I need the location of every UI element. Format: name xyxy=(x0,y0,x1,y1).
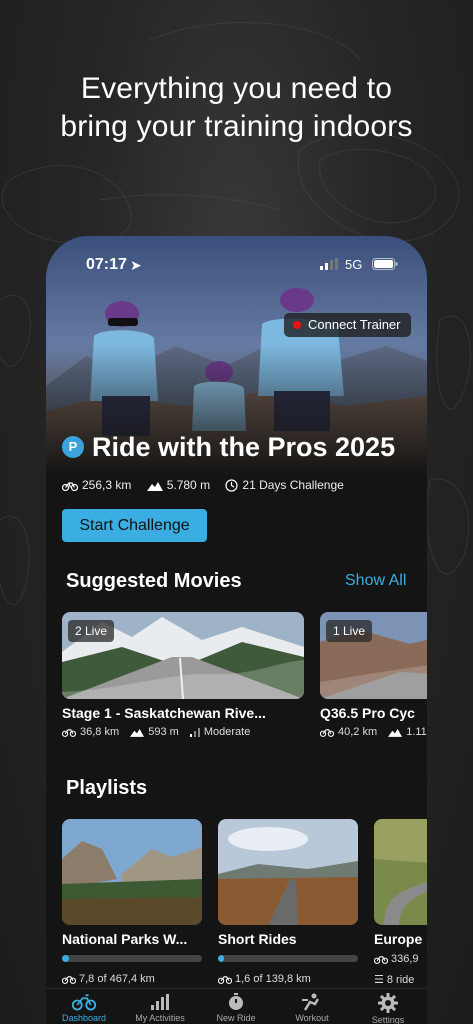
hero-elevation: 5.780 m xyxy=(146,477,211,492)
tab-label: Settings xyxy=(371,1015,405,1024)
phone-screen: 07:17 ➤ 5G Connect Trainer P Ride with t… xyxy=(46,236,427,1024)
status-bar: 07:17 ➤ 5G xyxy=(46,254,427,276)
bike-icon xyxy=(62,482,78,492)
bike-icon xyxy=(62,729,76,738)
hero-duration-value: 21 Days Challenge xyxy=(242,477,344,492)
playlist-title: National Parks W... xyxy=(62,931,188,947)
movie-thumbnail: 1 Live xyxy=(320,612,427,699)
tab-dashboard[interactable]: Dashboard xyxy=(46,993,122,1023)
tab-new-ride[interactable]: New Ride xyxy=(198,993,274,1023)
bike-icon xyxy=(61,976,77,984)
mountain-icon xyxy=(130,728,145,737)
clock-icon xyxy=(225,479,239,492)
playlist-thumbnail xyxy=(218,819,358,925)
progress-fill xyxy=(62,955,69,962)
progress-fill xyxy=(218,955,224,962)
battery-icon xyxy=(372,258,398,270)
location-arrow-icon: ➤ xyxy=(130,257,142,273)
mountain-icon xyxy=(388,728,403,737)
headline-line-2: bring your training indoors xyxy=(60,110,413,143)
tab-my-activities[interactable]: My Activities xyxy=(122,993,198,1023)
movie-distance: 36,8 km xyxy=(80,726,120,739)
connect-trainer-label: Connect Trainer xyxy=(308,317,401,332)
movie-title: Stage 1 - Saskatchewan Rive... xyxy=(62,705,266,721)
hero-distance-value: 256,3 km xyxy=(82,477,132,492)
live-badge: 2 Live xyxy=(68,620,115,642)
playlist-progress-bar xyxy=(62,955,202,962)
playlist-progress-bar xyxy=(218,955,358,962)
tab-label: Workout xyxy=(295,1013,329,1023)
gear-icon xyxy=(378,993,398,1013)
movie-title: Q36.5 Pro Cyc xyxy=(320,705,415,721)
network-type: 5G xyxy=(345,257,363,272)
bike-icon xyxy=(374,956,389,964)
connect-trainer-button[interactable]: Connect Trainer xyxy=(284,313,411,337)
tab-label: My Activities xyxy=(135,1013,185,1023)
movie-elevation: 1.110 xyxy=(406,726,427,739)
bar-chart-icon xyxy=(151,994,169,1010)
status-time: 07:17 xyxy=(86,256,127,273)
difficulty-bars-icon xyxy=(189,727,200,737)
workout-icon xyxy=(302,993,320,1011)
suggested-movies-title: Suggested Movies xyxy=(66,570,242,592)
playlist-thumbnail xyxy=(62,819,202,925)
hero-distance: 256,3 km xyxy=(62,478,131,492)
playlist-title: Short Rides xyxy=(218,931,297,947)
bike-icon xyxy=(72,994,96,1011)
playlist-card[interactable]: Short Rides 1,6 of 139,8 km xyxy=(217,819,358,985)
playlist-distance-value: 7,8 of 467,4 km xyxy=(79,973,155,985)
playlist-distance: 1,6 of 139,8 km xyxy=(217,973,311,985)
tab-settings[interactable]: Settings xyxy=(350,993,426,1024)
bike-icon xyxy=(217,976,233,984)
start-challenge-button[interactable]: Start Challenge xyxy=(62,509,207,542)
tab-label: Dashboard xyxy=(61,1013,107,1023)
movie-thumbnail: 2 Live xyxy=(62,612,304,699)
playlist-rides-value: 8 ride xyxy=(386,974,415,986)
tab-bar: Dashboard My Activities New Ride Workout… xyxy=(46,988,427,1024)
tab-label: New Ride xyxy=(216,1013,256,1023)
playlist-distance: 336,9 xyxy=(374,953,419,965)
hero-banner[interactable]: 07:17 ➤ 5G Connect Trainer P Ride with t… xyxy=(46,236,427,476)
playlist-thumbnail xyxy=(374,819,427,925)
playlist-rides: ☰ 8 ride xyxy=(374,973,414,986)
bike-icon xyxy=(320,729,334,738)
hero-elevation-value: 5.780 m xyxy=(166,477,211,492)
record-dot-icon xyxy=(293,321,301,329)
playlist-card[interactable]: National Parks W... 7,8 of 467,4 km xyxy=(61,819,202,985)
movie-stats: 36,8 km 593 m Moderate xyxy=(62,726,258,738)
movie-card[interactable]: 2 Live Stage 1 - Saskatchewan Rive... 36… xyxy=(62,612,304,738)
playlist-card[interactable]: Europe 336,9 ☰ 8 ride xyxy=(374,819,427,991)
marketing-headline: Everything you need to bring your traini… xyxy=(0,70,473,146)
stopwatch-icon xyxy=(229,993,243,1010)
tab-workout[interactable]: Workout xyxy=(274,993,350,1023)
movie-distance: 40,2 km xyxy=(338,726,378,739)
list-icon: ☰ xyxy=(374,974,384,986)
movie-card[interactable]: 1 Live Q36.5 Pro Cyc 40,2 km 1.110 xyxy=(320,612,427,752)
playlists-title: Playlists xyxy=(66,777,148,799)
hero-title: Ride with the Pros 2025 xyxy=(92,432,396,462)
playlist-title: Europe xyxy=(374,931,423,947)
movie-elevation: 593 m xyxy=(148,726,179,739)
playlist-distance-value: 1,6 of 139,8 km xyxy=(235,973,311,985)
playlist-distance: 7,8 of 467,4 km xyxy=(61,973,155,985)
challenge-logo-icon: P xyxy=(62,436,84,458)
playlist-distance-value: 336,9 xyxy=(391,953,419,965)
movie-stats: 40,2 km 1.110 xyxy=(320,726,427,738)
hero-stats: 256,3 km 5.780 m 21 Days Challenge xyxy=(62,477,356,492)
cell-signal-icon xyxy=(320,258,338,270)
live-badge: 1 Live xyxy=(326,620,373,642)
movie-difficulty: Moderate xyxy=(203,726,251,739)
headline-line-1: Everything you need to xyxy=(80,72,393,105)
show-all-link[interactable]: Show All xyxy=(345,572,406,590)
mountain-icon xyxy=(146,481,163,491)
hero-duration: 21 Days Challenge xyxy=(225,477,344,492)
